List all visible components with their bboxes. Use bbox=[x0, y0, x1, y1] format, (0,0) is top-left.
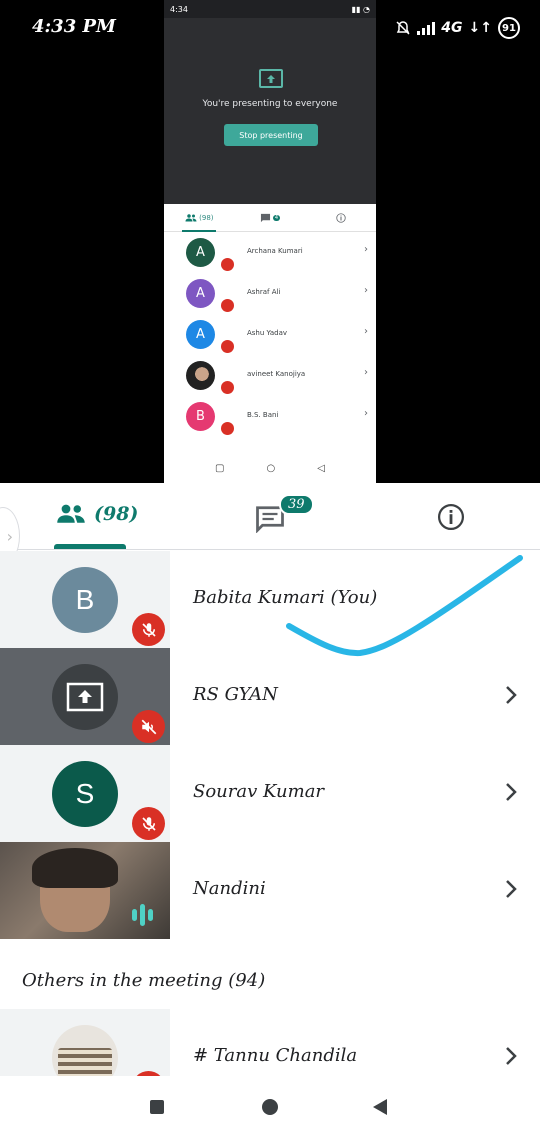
shared-participant-list: A Archana Kumari › A Ashraf Ali › A Ashu… bbox=[164, 232, 376, 437]
info-icon bbox=[437, 503, 465, 531]
data-arrows-icon: ↓↑ bbox=[468, 20, 492, 36]
others-section-title: Others in the meeting (94) bbox=[22, 970, 266, 991]
signal-icon bbox=[417, 21, 436, 35]
shared-avatar: A bbox=[186, 279, 215, 308]
shared-photo-avatar bbox=[186, 361, 215, 390]
volume-off-icon bbox=[132, 710, 165, 743]
bell-off-icon bbox=[396, 21, 410, 35]
participant-tile bbox=[0, 1009, 170, 1076]
participant-name: Nandini bbox=[193, 878, 266, 899]
shared-participant-row: A Archana Kumari › bbox=[164, 232, 376, 273]
chevron-right-icon bbox=[506, 783, 517, 801]
shared-status-time: 4:34 bbox=[170, 4, 188, 14]
shared-avatar: A bbox=[186, 320, 215, 349]
shared-screen-preview: 4:34 ▮▮ ◔ You're presenting to everyone … bbox=[164, 0, 376, 483]
info-icon bbox=[336, 212, 346, 223]
participant-video-tile bbox=[0, 842, 170, 939]
status-time: 4:33 PM bbox=[32, 16, 116, 37]
present-screen-icon bbox=[259, 69, 283, 88]
network-type: 4G bbox=[441, 20, 463, 36]
panel-tabs: › (98) 39 bbox=[0, 483, 540, 565]
participant-tile: S bbox=[0, 745, 170, 842]
chevron-right-icon bbox=[506, 686, 517, 704]
shared-participant-row: A Ashu Yadav › bbox=[164, 314, 376, 355]
back-icon: ◁ bbox=[317, 462, 325, 474]
people-icon bbox=[57, 504, 85, 523]
recents-icon: ▢ bbox=[215, 462, 225, 474]
shared-participant-name: Ashu Yadav bbox=[247, 329, 288, 337]
participant-row[interactable]: Nandini bbox=[0, 842, 540, 939]
video-hair bbox=[32, 848, 118, 888]
shared-avatar: B bbox=[186, 402, 215, 431]
participant-tile: B bbox=[0, 551, 170, 648]
presenting-panel: You're presenting to everyone Stop prese… bbox=[164, 18, 376, 204]
shared-participant-row: B B.S. Bani › bbox=[164, 396, 376, 437]
shared-participant-name: B.S. Bani bbox=[247, 411, 279, 419]
shared-participant-name: Archana Kumari bbox=[247, 247, 303, 255]
chevron-right-icon: › bbox=[364, 367, 368, 378]
avatar: B bbox=[52, 567, 118, 633]
back-button[interactable] bbox=[373, 1099, 387, 1115]
mic-off-icon bbox=[221, 299, 234, 312]
participant-row[interactable]: B Babita Kumari (You) bbox=[0, 551, 540, 648]
tab-people[interactable]: (98) bbox=[56, 503, 138, 525]
presenting-message: You're presenting to everyone bbox=[202, 99, 338, 109]
mic-off-icon bbox=[221, 340, 234, 353]
participant-name: # Tannu Chandila bbox=[193, 1045, 358, 1066]
tab-info[interactable] bbox=[437, 503, 465, 535]
shared-participant-name: Ashraf Ali bbox=[247, 288, 281, 296]
participant-tile bbox=[0, 648, 170, 745]
shared-avatar: A bbox=[186, 238, 215, 267]
speaking-indicator-icon bbox=[132, 904, 153, 926]
recents-button[interactable] bbox=[150, 1100, 164, 1114]
participant-name: Babita Kumari (You) bbox=[193, 587, 378, 608]
chevron-right-icon bbox=[506, 1047, 517, 1065]
mic-off-icon bbox=[221, 381, 234, 394]
shared-participant-row: avineet Kanojiya › bbox=[164, 355, 376, 396]
home-icon: ○ bbox=[266, 462, 276, 474]
participant-name: Sourav Kumar bbox=[193, 781, 325, 802]
chat-icon bbox=[260, 213, 270, 222]
shared-people-tab: (98) bbox=[164, 214, 235, 222]
shared-info-tab bbox=[305, 212, 376, 223]
presenting-avatar bbox=[52, 664, 118, 730]
stop-presenting-button: Stop presenting bbox=[224, 124, 318, 146]
mic-off-icon bbox=[221, 422, 234, 435]
people-count: (98) bbox=[94, 503, 139, 525]
mic-off-icon bbox=[132, 613, 165, 646]
chevron-right-icon: › bbox=[364, 408, 368, 419]
status-icons: 4G ↓↑ 91 bbox=[395, 17, 520, 39]
shared-status-bar: 4:34 ▮▮ ◔ bbox=[164, 0, 376, 18]
present-screen-icon bbox=[66, 682, 104, 712]
people-panel: › (98) 39 B Babita Kumari (You) RS GYAN … bbox=[0, 483, 540, 1076]
chevron-right-icon: › bbox=[364, 326, 368, 337]
books-image bbox=[58, 1048, 112, 1076]
shared-chat-count: 4 bbox=[272, 214, 281, 221]
shared-nav-bar: ▢ ○ ◁ bbox=[164, 453, 376, 483]
participant-name: RS GYAN bbox=[193, 684, 278, 705]
shared-participant-name: avineet Kanojiya bbox=[247, 370, 306, 378]
participant-row[interactable]: S Sourav Kumar bbox=[0, 745, 540, 842]
mic-off-icon bbox=[221, 258, 234, 271]
chat-badge: 39 bbox=[279, 494, 314, 515]
shared-status-icons: ▮▮ ◔ bbox=[351, 4, 370, 14]
people-icon bbox=[185, 213, 197, 221]
system-nav-bar bbox=[0, 1076, 540, 1140]
photo-avatar bbox=[52, 1025, 118, 1076]
shared-people-count: (98) bbox=[199, 213, 214, 222]
battery-icon: 91 bbox=[498, 17, 520, 39]
shared-participant-row: A Ashraf Ali › bbox=[164, 273, 376, 314]
participant-row[interactable]: # Tannu Chandila bbox=[0, 1009, 540, 1076]
active-tab-indicator bbox=[54, 544, 126, 549]
battery-level: 91 bbox=[502, 22, 516, 34]
chevron-right-icon bbox=[506, 880, 517, 898]
mic-off-icon bbox=[132, 807, 165, 840]
chevron-right-icon: › bbox=[364, 244, 368, 255]
avatar: S bbox=[52, 761, 118, 827]
participant-row[interactable]: RS GYAN bbox=[0, 648, 540, 745]
chevron-right-icon: › bbox=[364, 285, 368, 296]
shared-chat-tab: 4 bbox=[235, 213, 306, 223]
shared-tabs: (98) 4 bbox=[164, 204, 376, 232]
home-button[interactable] bbox=[262, 1099, 278, 1115]
